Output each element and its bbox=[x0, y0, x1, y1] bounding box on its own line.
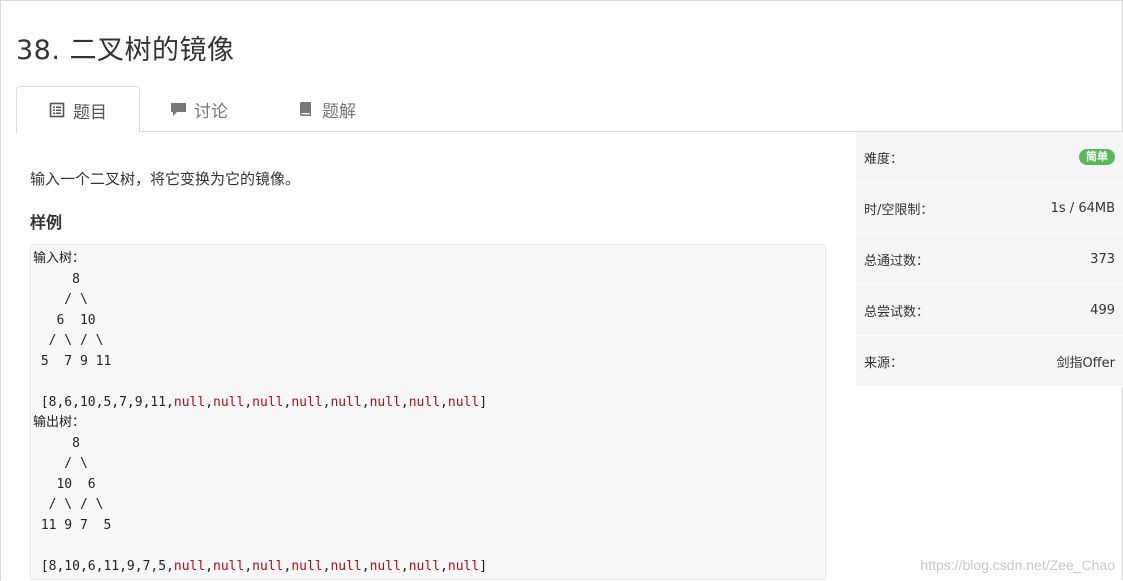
source-value[interactable]: 剑指Offer bbox=[1056, 352, 1115, 371]
null-keyword: null bbox=[173, 394, 206, 410]
passed-label: 总通过数： bbox=[864, 253, 930, 269]
limit-label: 时/空限制： bbox=[864, 202, 934, 218]
info-row-source: 来源： 剑指Offer bbox=[856, 336, 1123, 387]
null-keyword: null bbox=[408, 394, 441, 410]
tab-discussion[interactable]: 讨论 bbox=[170, 86, 228, 132]
null-keyword: null bbox=[252, 558, 284, 574]
tried-label: 总尝试数： bbox=[864, 304, 930, 320]
difficulty-badge: 简单 bbox=[1079, 149, 1115, 165]
null-keyword: null bbox=[252, 394, 284, 410]
source-label: 来源： bbox=[864, 355, 904, 371]
tab-bar: 题目 讨论 题解 bbox=[16, 86, 1123, 134]
chat-bubble-icon bbox=[170, 101, 186, 117]
null-keyword: null bbox=[447, 558, 480, 574]
limit-value: 1s / 64MB bbox=[1050, 200, 1115, 216]
difficulty-label: 难度： bbox=[864, 151, 904, 167]
null-keyword: null bbox=[173, 558, 206, 574]
document-list-icon bbox=[49, 102, 65, 118]
output-array: [8,10,6,11,9,7,5,null,null,null,null,nul… bbox=[33, 558, 488, 574]
watermark: https://blog.csdn.net/Zee_Chao bbox=[920, 557, 1115, 573]
book-icon bbox=[298, 101, 314, 117]
null-keyword: null bbox=[369, 558, 401, 574]
passed-value: 373 bbox=[1090, 251, 1115, 267]
problem-info-panel: 难度： 简单 时/空限制： 1s / 64MB 总通过数： 373 总尝试数： … bbox=[856, 132, 1123, 387]
page-title: 38. 二叉树的镜像 bbox=[16, 35, 235, 66]
tab-solutions[interactable]: 题解 bbox=[298, 86, 356, 132]
null-keyword: null bbox=[291, 394, 323, 410]
problem-description: 输入一个二叉树，将它变换为它的镜像。 bbox=[30, 170, 301, 188]
null-keyword: null bbox=[291, 558, 323, 574]
null-keyword: null bbox=[330, 394, 362, 410]
null-keyword: null bbox=[213, 558, 245, 574]
input-array: [8,6,10,5,7,9,11,null,null,null,null,nul… bbox=[33, 394, 488, 410]
info-row-passed: 总通过数： 373 bbox=[856, 234, 1123, 285]
tab-problem-label: 题目 bbox=[73, 102, 107, 123]
info-row-tried: 总尝试数： 499 bbox=[856, 285, 1123, 336]
sample-heading: 样例 bbox=[30, 213, 63, 232]
null-keyword: null bbox=[213, 394, 245, 410]
null-keyword: null bbox=[330, 558, 362, 574]
info-row-limits: 时/空限制： 1s / 64MB bbox=[856, 183, 1123, 234]
sample-code-block: 输入树： 8 / \ 6 10 / \ / \ 5 7 9 11 [8,6,10… bbox=[30, 244, 826, 580]
null-keyword: null bbox=[369, 394, 401, 410]
tab-discussion-label: 讨论 bbox=[194, 101, 228, 122]
null-keyword: null bbox=[447, 394, 480, 410]
tried-value: 499 bbox=[1090, 302, 1115, 318]
tab-problem[interactable]: 题目 bbox=[16, 86, 140, 134]
sample-code-text: 输入树： 8 / \ 6 10 / \ / \ 5 7 9 11 [8,6,10… bbox=[33, 251, 488, 574]
tab-solutions-label: 题解 bbox=[322, 101, 356, 122]
info-row-difficulty: 难度： 简单 bbox=[856, 132, 1123, 183]
null-keyword: null bbox=[408, 558, 441, 574]
